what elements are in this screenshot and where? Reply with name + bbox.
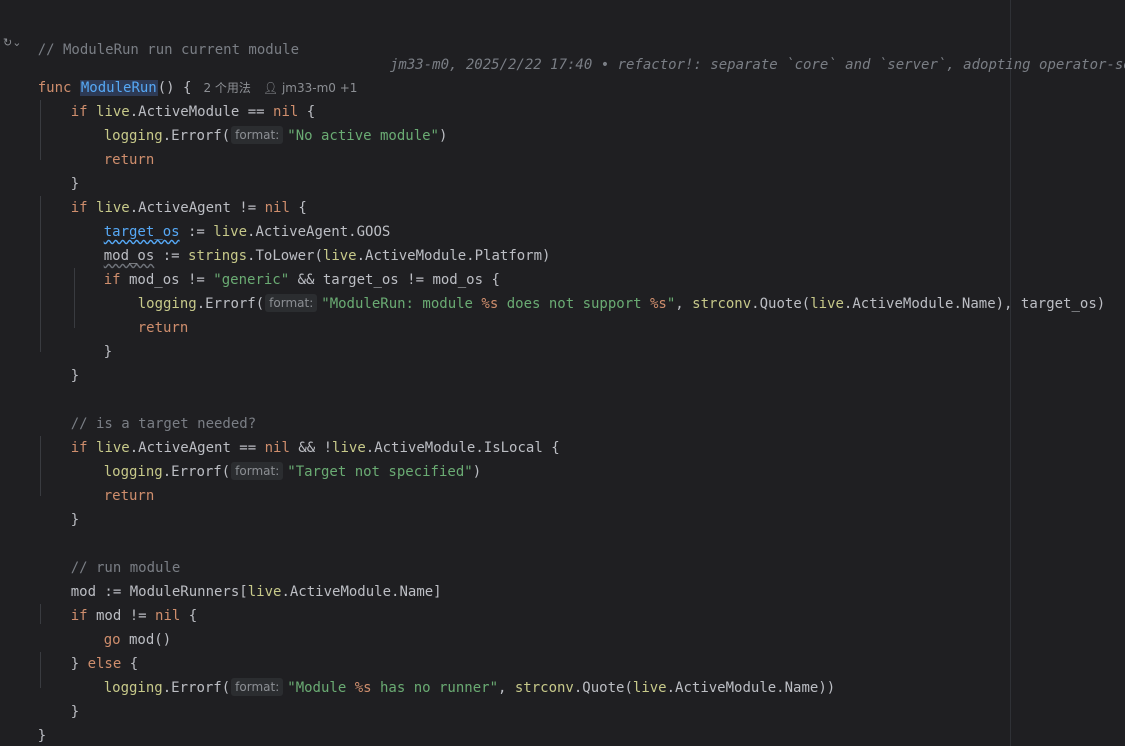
code-line: }: [37, 340, 79, 384]
code-line: logging.Errorf(format: "Module %s has no …: [70, 652, 835, 696]
close-brace: }: [70, 704, 80, 720]
code-line: return: [70, 124, 155, 168]
code-line: if live.ActiveModule == nil {: [37, 76, 315, 120]
identifier-live: live: [810, 296, 844, 312]
string-literal: "Target not specified": [287, 464, 473, 480]
identifier-strconv: strconv: [692, 296, 752, 312]
code-line: if mod_os != "generic" && target_os != m…: [70, 244, 500, 288]
code-line: }: [37, 148, 79, 192]
ai-lens-icon[interactable]: ↻⌄: [3, 36, 21, 49]
code-line: logging.Errorf(format: "ModuleRun: module…: [104, 268, 1105, 312]
func-call-errorf: .Errorf(: [196, 296, 265, 312]
string-literal: has no runner": [371, 680, 498, 696]
code-line: return: [104, 292, 189, 336]
chevron-down-icon[interactable]: ⌄: [12, 36, 21, 49]
code-line: if live.ActiveAgent != nil {: [37, 172, 307, 216]
code-line-func-decl: func ModuleRun() {2 个用法 👤︎ jm33-m0 +1: [4, 52, 357, 96]
code-editor[interactable]: // ModuleRun run current module ↻⌄ func …: [0, 0, 1125, 746]
git-blame-annotation[interactable]: jm33-m0, 2025/2/22 17:40 • refactor!: se…: [390, 53, 1125, 77]
param-hint-format: format:: [231, 678, 284, 696]
identifier-live: live: [247, 584, 282, 600]
identifier-live: live: [632, 680, 667, 696]
code-text: ,: [498, 680, 515, 696]
close-brace: }: [70, 512, 80, 528]
code-text: ): [472, 464, 482, 480]
func-call-quote: .Quote(: [573, 680, 633, 696]
param-hint-format: format:: [231, 126, 284, 144]
keyword-return: return: [103, 488, 155, 504]
string-literal: "ModuleRun: module: [321, 296, 482, 312]
code-line-comment-header: // ModuleRun run current module: [4, 14, 299, 58]
code-text: {: [180, 608, 198, 624]
param-hint-format: format:: [231, 462, 284, 480]
string-literal: "No active module": [287, 128, 439, 144]
code-line: mod := ModuleRunners[live.ActiveModule.N…: [37, 556, 442, 600]
format-verb: %s: [354, 680, 372, 696]
code-line: if live.ActiveAgent == nil && !live.Acti…: [37, 412, 560, 456]
format-verb: %s: [650, 296, 667, 312]
func-call-errorf: .Errorf(: [162, 128, 231, 144]
right-margin-guide: [1010, 0, 1011, 746]
keyword-return: return: [103, 152, 155, 168]
code-text: .ActiveModule.Name), target_os): [843, 296, 1106, 312]
code-line: mod_os := strings.ToLower(live.ActiveMod…: [70, 220, 551, 264]
code-line: }: [70, 316, 112, 360]
close-brace: }: [70, 368, 80, 384]
close-brace: }: [37, 728, 47, 744]
param-hint-format: format:: [265, 294, 318, 312]
func-call-quote: .Quote(: [751, 296, 811, 312]
ai-lens-glyph: ↻: [3, 36, 13, 49]
code-line: logging.Errorf(format: "Target not specif…: [70, 436, 481, 480]
code-line: go mod(): [70, 604, 171, 648]
code-text: ,: [675, 296, 693, 312]
code-text: .ActiveModule.Name)): [666, 680, 836, 696]
code-line-comment: // run module: [37, 532, 181, 576]
code-line-comment: // is a target needed?: [37, 388, 256, 432]
code-line: if mod != nil {: [37, 580, 197, 624]
close-brace: }: [103, 344, 113, 360]
code-line: }: [37, 676, 79, 720]
code-line: return: [70, 460, 155, 504]
code-line: logging.Errorf(format: "No active module"…: [70, 100, 447, 144]
code-text: ): [438, 128, 448, 144]
code-line: } else {: [37, 628, 138, 672]
code-line: target_os := live.ActiveAgent.GOOS: [70, 196, 391, 240]
func-call-errorf: .Errorf(: [162, 680, 231, 696]
func-call-errorf: .Errorf(: [162, 464, 231, 480]
identifier-strconv: strconv: [514, 680, 574, 696]
code-line: }: [4, 700, 46, 744]
keyword-return: return: [137, 320, 189, 336]
string-literal: does not support: [498, 296, 650, 312]
format-verb: %s: [481, 296, 499, 312]
identifier-logging: logging: [103, 680, 163, 696]
code-line: }: [37, 484, 79, 528]
string-literal: "Module: [287, 680, 355, 696]
code-text: .ActiveModule.Name]: [281, 584, 442, 600]
